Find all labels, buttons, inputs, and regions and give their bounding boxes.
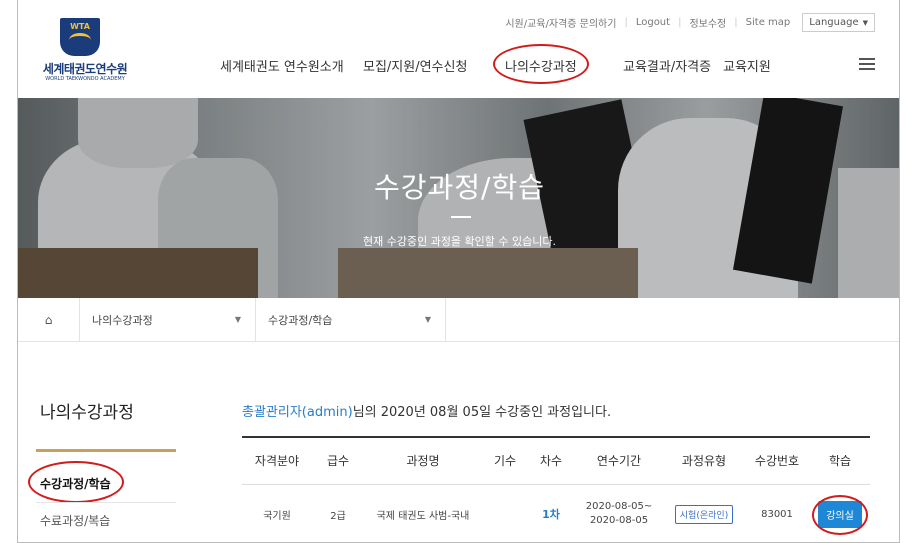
logo-subtitle: WORLD TAEKWONDO ACADEMY [45,76,125,82]
breadcrumb-level1[interactable]: 나의수강과정 ▼ [80,297,256,342]
table-row: 국기원 2급 국제 태권도 사범-국내 1차 2020-08-05~ 2020-… [242,484,870,542]
page-frame: 시원/교육/자격증 문의하기 | Logout | 정보수정 | Site ma… [17,0,900,543]
page-title: 수강과정/학습 [374,171,545,204]
logo-badge: WTA [70,22,90,31]
nav-item-apply[interactable]: 모집/지원/연수신청 [363,56,505,75]
type-badge: 시험(온라인) [674,504,734,524]
column-header: 과정유형 [664,436,744,485]
site-logo[interactable]: WTA 세계태권도연수원 WORLD TAEKWONDO ACADEMY [30,16,140,88]
sidebar-item-completed-courses[interactable]: 수료과정/복습 [40,512,110,529]
column-header: 기수 [482,436,528,485]
chevron-down-icon: ▼ [234,315,241,324]
cell-course: 국제 태권도 사범-국내 [376,510,470,522]
sidebar-item-label: 수강과정/학습 [40,477,111,491]
column-header: 학습 [810,436,870,485]
course-table: 자격분야 급수 과정명 기수 차수 연수기간 과정유형 수강번호 학습 국기원 … [242,436,870,542]
chevron-down-icon: ▼ [424,315,431,324]
utility-bar: 시원/교육/자격증 문의하기 | Logout | 정보수정 | Site ma… [505,13,875,32]
cell-round[interactable]: 1차 [528,484,574,542]
sidebar-accent-bar [36,449,176,452]
divider [36,502,176,503]
column-header: 자격분야 [242,436,312,485]
chevron-down-icon: ▼ [862,18,868,27]
column-header: 과정명 [364,436,482,485]
cell-number: 83001 [761,508,793,520]
breadcrumb-label: 나의수강과정 [92,313,153,327]
cell-grade: 2급 [330,510,346,522]
edit-profile-link[interactable]: 정보수정 [689,15,726,30]
column-header: 연수기간 [574,436,664,485]
period-start: 2020-08-05~ [585,501,653,513]
breadcrumb-level2[interactable]: 수강과정/학습 ▼ [256,297,446,342]
cell-term [482,484,528,542]
cell-action: 강의실 [810,484,870,542]
home-icon[interactable]: ⌂ [18,297,80,342]
greeting-text: 총괄관리자(admin)님의 2020년 08월 05일 수강중인 과정입니다. [242,401,611,420]
column-header: 차수 [528,436,574,485]
sidebar-title: 나의수강과정 [40,403,134,423]
nav-item-my-courses[interactable]: 나의수강과정 [493,44,623,84]
hero-banner: 수강과정/학습 현재 수강중인 과정을 확인할 수 있습니다. [18,98,899,298]
column-header: 급수 [312,436,364,485]
divider: | [734,17,738,28]
nav-item-support[interactable]: 교육지원 [723,56,803,75]
user-name: 총괄관리자(admin) [242,405,353,420]
inquiry-link[interactable]: 시원/교육/자격증 문의하기 [505,15,616,30]
sidebar-item-current-courses[interactable]: 수강과정/학습 [40,475,111,492]
column-header: 수강번호 [744,436,810,485]
nav-item-about[interactable]: 세계태권도 연수원소개 [220,56,363,75]
nav-item-results[interactable]: 교육결과/자격증 [623,56,723,75]
breadcrumb: ⌂ 나의수강과정 ▼ 수강과정/학습 ▼ [18,297,899,342]
classroom-button[interactable]: 강의실 [818,500,862,528]
divider: | [624,17,628,28]
nav-item-label: 나의수강과정 [505,60,577,75]
sitemap-link[interactable]: Site map [746,17,791,28]
menu-icon[interactable] [859,58,875,70]
greeting-rest: 님의 2020년 08월 05일 수강중인 과정입니다. [352,405,612,420]
language-label: Language [809,17,859,28]
table-header-row: 자격분야 급수 과정명 기수 차수 연수기간 과정유형 수강번호 학습 [242,436,870,485]
divider: | [678,17,682,28]
period-end: 2020-08-05 [589,515,649,527]
language-select[interactable]: Language ▼ [802,13,875,32]
logo-name: 세계태권도연수원 [42,62,128,76]
logout-link[interactable]: Logout [636,17,670,28]
page-subtitle: 현재 수강중인 과정을 확인할 수 있습니다. [362,235,557,248]
title-divider [451,216,471,218]
logo-emblem-icon: WTA [60,18,100,56]
cell-period: 2020-08-05~ 2020-08-05 [574,484,664,542]
breadcrumb-label: 수강과정/학습 [268,313,333,327]
main-nav: 세계태권도 연수원소개 모집/지원/연수신청 나의수강과정 교육결과/자격증 교… [220,44,803,84]
cell-type: 시험(온라인) [664,484,744,542]
cell-field: 국기원 [263,510,291,522]
